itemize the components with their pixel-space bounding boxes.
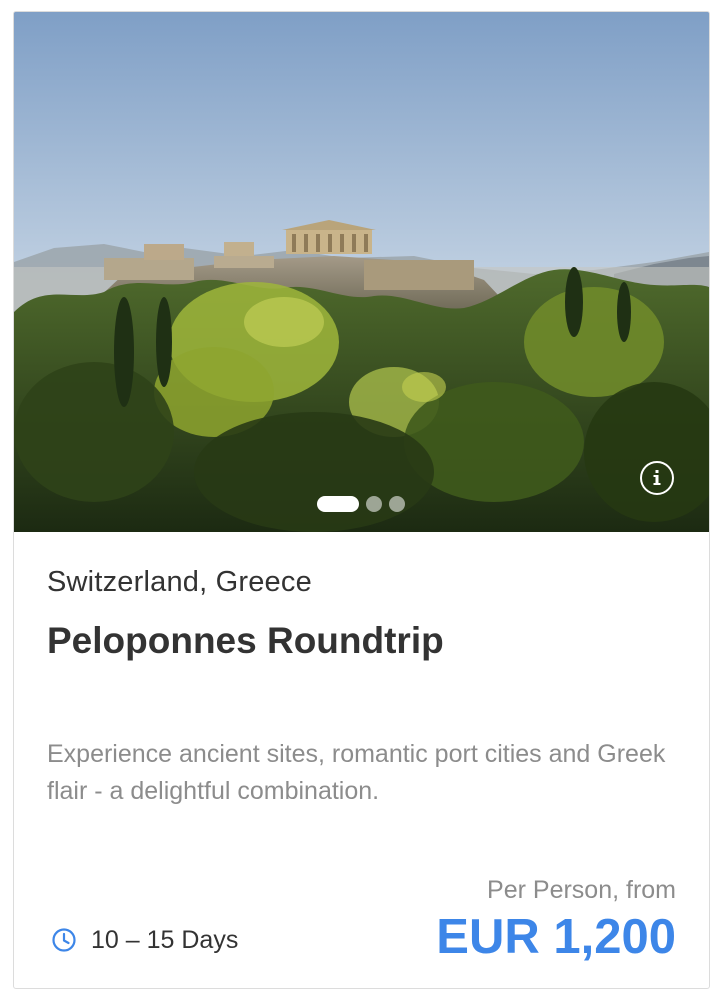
price-value: EUR 1,200 [436, 910, 676, 964]
tour-duration: 10 – 15 Days [51, 925, 238, 955]
info-button[interactable] [640, 461, 674, 495]
carousel-dot-3[interactable] [389, 496, 405, 512]
price-label: Per Person, from [487, 876, 676, 904]
clock-icon [52, 928, 76, 952]
price-block: Per Person, from EUR 1,200 [436, 875, 676, 965]
acropolis-photo [14, 12, 709, 532]
carousel-dot-2[interactable] [366, 496, 382, 512]
info-circle-icon [653, 470, 661, 485]
carousel-dot-1[interactable] [317, 496, 359, 512]
tour-title[interactable]: Peloponnes Roundtrip [47, 620, 444, 662]
carousel-indicator [317, 496, 405, 512]
tour-description: Experience ancient sites, romantic port … [47, 740, 666, 805]
tour-location: Switzerland, Greece [47, 566, 312, 598]
tour-image[interactable] [14, 12, 709, 532]
tour-card[interactable]: Switzerland, Greece Peloponnes Roundtrip… [13, 11, 710, 989]
card-body: Switzerland, Greece Peloponnes Roundtrip… [14, 532, 709, 988]
duration-text: 10 – 15 Days [91, 925, 239, 954]
